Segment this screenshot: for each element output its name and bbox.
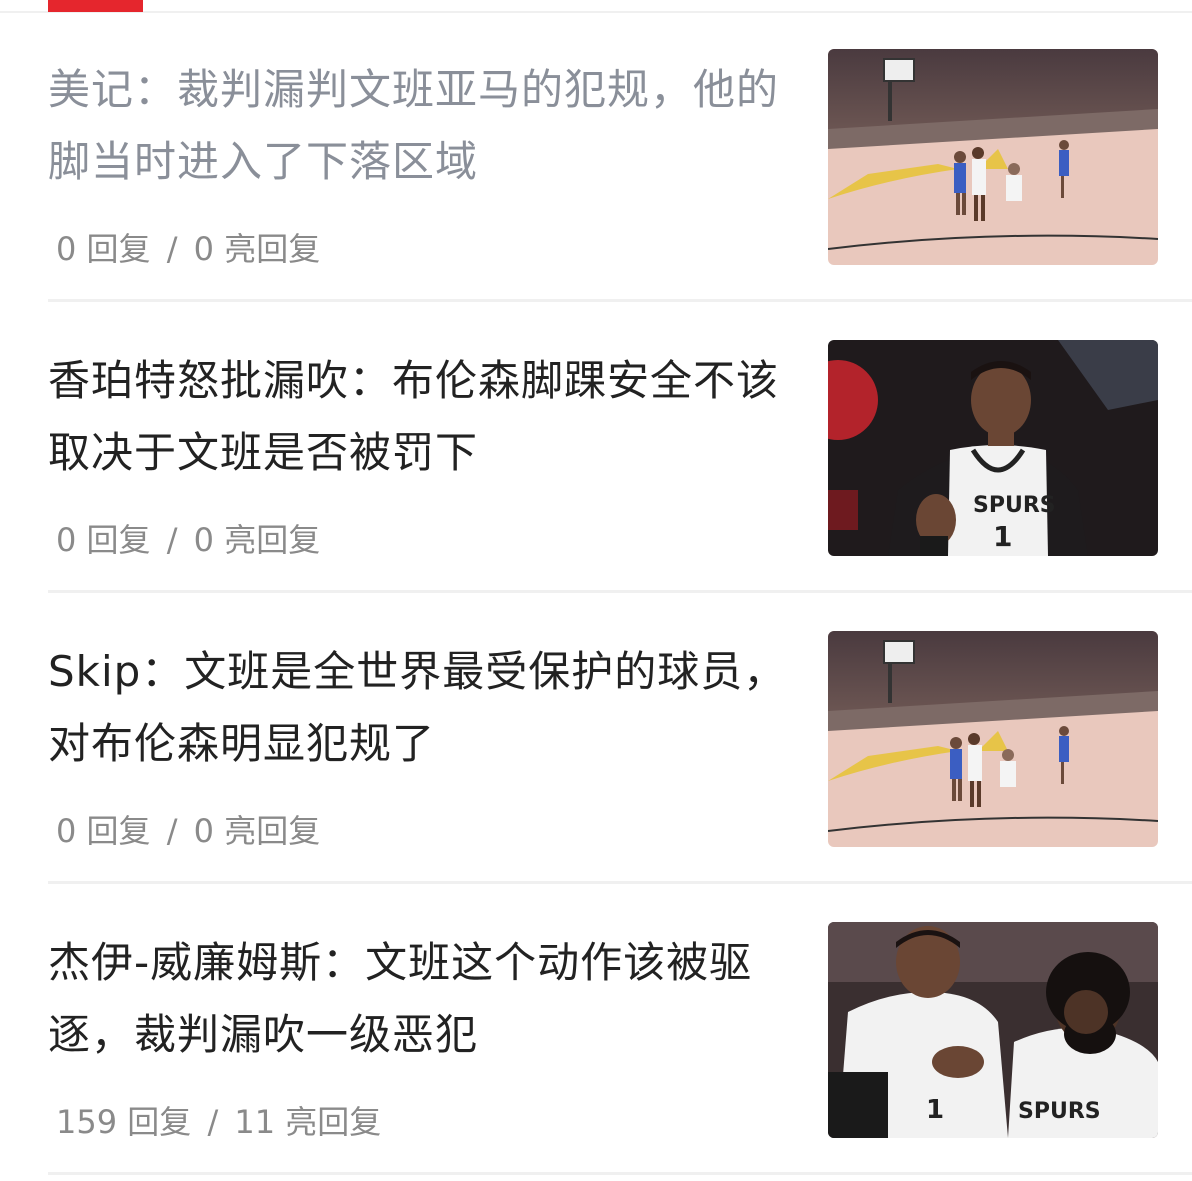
reply-label: 回复 [86, 812, 151, 850]
reply-label: 回复 [86, 230, 151, 268]
jersey-text: SPURS [1018, 1099, 1101, 1124]
item-divider [48, 299, 1192, 302]
light-reply-count: 0 [193, 521, 215, 559]
item-divider [48, 881, 1192, 884]
news-item[interactable]: 杰伊-威廉姆斯：文班这个动作该被驱逐，裁判漏吹一级恶犯 159 回复 / 11 … [48, 922, 1158, 1141]
jersey-number: 1 [993, 520, 1012, 553]
basketball-court-photo-icon [828, 631, 1158, 847]
reply-stats: 0 回复 / 0 亮回复 [56, 520, 320, 560]
news-thumbnail[interactable]: SPURS 1 [828, 340, 1158, 556]
news-title[interactable]: 香珀特怒批漏吹：布伦森脚踝安全不该取决于文班是否被罚下 [48, 345, 788, 489]
two-players-photo-icon: 1 SPURS [828, 922, 1158, 1138]
stats-separator: / [166, 521, 178, 559]
reply-label: 回复 [127, 1103, 192, 1141]
reply-count: 0 [56, 521, 77, 559]
light-reply-label: 亮回复 [285, 1103, 382, 1141]
reply-stats: 0 回复 / 0 亮回复 [56, 811, 320, 851]
stats-separator: / [207, 1103, 219, 1141]
news-title[interactable]: 美记：裁判漏判文班亚马的犯规，他的脚当时进入了下落区域 [48, 54, 788, 198]
jersey-number: 1 [926, 1095, 944, 1125]
stats-separator: / [166, 812, 178, 850]
item-divider [48, 590, 1192, 593]
reply-count: 0 [56, 812, 77, 850]
header-divider [0, 11, 1192, 13]
reply-stats: 0 回复 / 0 亮回复 [56, 229, 320, 269]
light-reply-count: 0 [193, 230, 215, 268]
reply-label: 回复 [86, 521, 151, 559]
reply-count: 0 [56, 230, 77, 268]
news-title[interactable]: 杰伊-威廉姆斯：文班这个动作该被驱逐，裁判漏吹一级恶犯 [48, 927, 788, 1071]
reply-stats: 159 回复 / 11 亮回复 [56, 1102, 381, 1142]
light-reply-label: 亮回复 [224, 230, 321, 268]
reply-count: 159 [56, 1103, 118, 1141]
jersey-text: SPURS [973, 493, 1056, 518]
news-item[interactable]: Skip：文班是全世界最受保护的球员，对布伦森明显犯规了 0 回复 / 0 亮回… [48, 631, 1158, 850]
news-title[interactable]: Skip：文班是全世界最受保护的球员，对布伦森明显犯规了 [48, 636, 788, 780]
news-thumbnail[interactable] [828, 631, 1158, 847]
news-item[interactable]: 香珀特怒批漏吹：布伦森脚踝安全不该取决于文班是否被罚下 0 回复 / 0 亮回复 [48, 340, 1158, 559]
active-tab-indicator [48, 0, 143, 12]
basketball-court-photo-icon [828, 49, 1158, 265]
light-reply-count: 11 [234, 1103, 276, 1141]
item-divider [48, 1172, 1192, 1175]
stats-separator: / [166, 230, 178, 268]
player-portrait-photo-icon: SPURS 1 [828, 340, 1158, 556]
light-reply-count: 0 [193, 812, 215, 850]
news-thumbnail[interactable]: 1 SPURS [828, 922, 1158, 1138]
news-thumbnail[interactable] [828, 49, 1158, 265]
news-item[interactable]: 美记：裁判漏判文班亚马的犯规，他的脚当时进入了下落区域 0 回复 / 0 亮回复 [48, 49, 1158, 268]
light-reply-label: 亮回复 [224, 521, 321, 559]
light-reply-label: 亮回复 [224, 812, 321, 850]
